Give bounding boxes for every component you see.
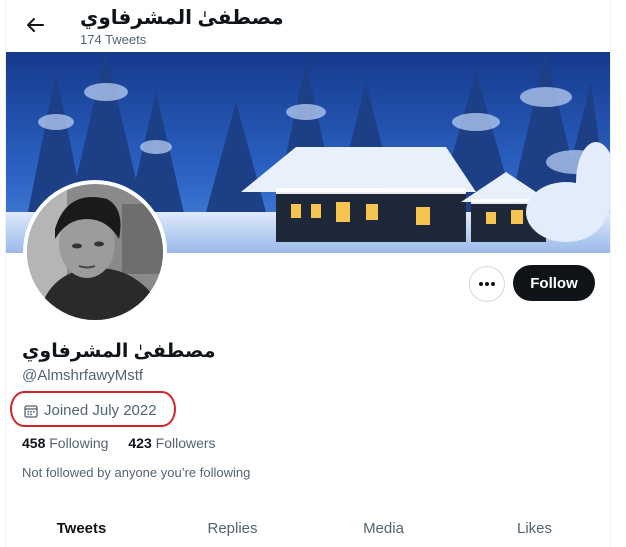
profile-tabs: Tweets Replies Media Likes bbox=[6, 508, 610, 547]
header-title: مصطفىٰ المشرفاوي bbox=[80, 7, 284, 29]
followers-you-know: Not followed by anyone you’re following bbox=[22, 465, 251, 480]
follow-stats: 458 Following 423 Followers bbox=[22, 435, 216, 451]
calendar-icon bbox=[24, 404, 38, 418]
profile-header: مصطفىٰ المشرفاوي 174 Tweets bbox=[6, 0, 610, 52]
display-name: مصطفىٰ المشرفاوي bbox=[22, 341, 216, 362]
tab-likes[interactable]: Likes bbox=[459, 508, 610, 547]
tab-replies[interactable]: Replies bbox=[157, 508, 308, 547]
followers-link[interactable]: 423 Followers bbox=[128, 435, 215, 451]
follow-button[interactable]: Follow bbox=[513, 265, 595, 301]
tab-tweets[interactable]: Tweets bbox=[6, 508, 157, 547]
more-horizontal-icon bbox=[479, 282, 495, 286]
followers-label: Followers bbox=[155, 435, 216, 451]
arrow-left-icon bbox=[27, 18, 44, 32]
tweet-count: 174 Tweets bbox=[80, 32, 147, 47]
joined-date: Joined July 2022 bbox=[24, 402, 157, 419]
back-button[interactable] bbox=[20, 10, 50, 40]
right-border bbox=[610, 0, 611, 547]
following-link[interactable]: 458 Following bbox=[22, 435, 108, 451]
followers-count: 423 bbox=[128, 435, 152, 451]
following-label: Following bbox=[49, 435, 109, 451]
user-handle: @AlmshrfawyMstf bbox=[22, 367, 144, 384]
profile-avatar[interactable] bbox=[23, 180, 167, 324]
tab-media[interactable]: Media bbox=[308, 508, 459, 547]
more-options-button[interactable] bbox=[469, 266, 505, 302]
joined-label: Joined July 2022 bbox=[44, 402, 157, 419]
following-count: 458 bbox=[22, 435, 46, 451]
